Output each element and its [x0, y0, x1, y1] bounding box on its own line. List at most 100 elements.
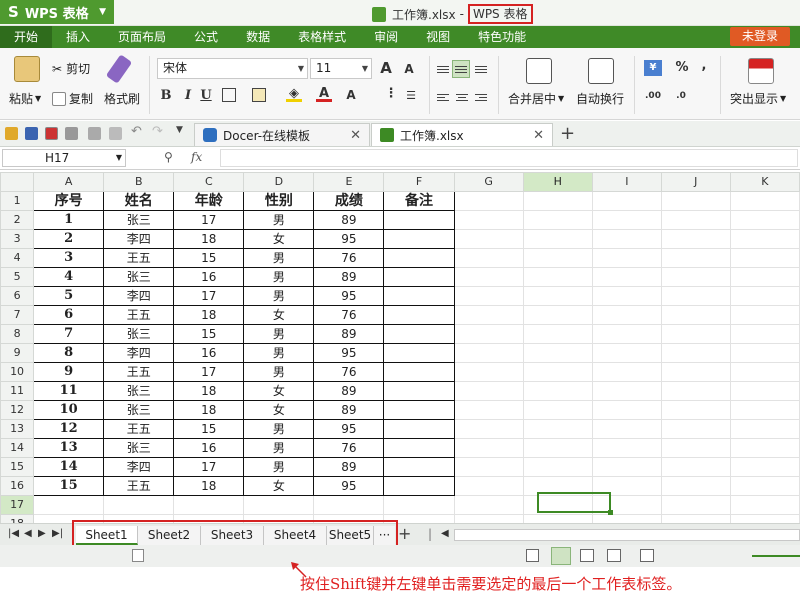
formula-input[interactable] — [220, 149, 798, 167]
header-cell[interactable]: 姓名 — [103, 191, 175, 211]
data-cell[interactable] — [383, 267, 455, 287]
data-cell[interactable]: 16 — [173, 438, 245, 458]
data-cell[interactable]: 李四 — [103, 229, 175, 249]
data-cell[interactable]: 2 — [33, 229, 105, 249]
data-cell[interactable] — [383, 305, 455, 325]
empty-cell[interactable] — [243, 495, 315, 515]
data-cell[interactable] — [383, 400, 455, 420]
data-cell[interactable]: 7 — [33, 324, 105, 344]
data-cell[interactable]: 女 — [243, 229, 315, 249]
paste-icon[interactable] — [14, 56, 40, 82]
tab-review[interactable]: 审阅 — [360, 26, 412, 48]
fullscreen-icon[interactable] — [640, 549, 654, 562]
data-cell[interactable]: 18 — [173, 400, 245, 420]
data-cell[interactable]: 17 — [173, 286, 245, 306]
underline-button[interactable]: U — [198, 88, 214, 104]
currency-icon[interactable]: ¥ — [644, 60, 662, 76]
data-cell[interactable]: 5 — [33, 286, 105, 306]
empty-cell[interactable] — [591, 229, 662, 249]
data-cell[interactable]: 89 — [313, 400, 385, 420]
empty-cell[interactable] — [453, 400, 524, 420]
scroll-left-icon[interactable]: ◀ — [441, 528, 449, 539]
empty-cell[interactable] — [660, 305, 731, 325]
data-cell[interactable]: 12 — [33, 419, 105, 439]
data-cell[interactable]: 18 — [173, 476, 245, 496]
column-header[interactable]: G — [453, 172, 524, 192]
tab-workbook[interactable]: 工作簿.xlsx ✕ — [371, 123, 553, 146]
data-cell[interactable] — [383, 457, 455, 477]
undo-icon[interactable]: ↶ — [131, 124, 144, 139]
data-cell[interactable] — [383, 362, 455, 382]
data-cell[interactable]: 女 — [243, 400, 315, 420]
empty-cell[interactable] — [660, 229, 731, 249]
data-cell[interactable]: 女 — [243, 305, 315, 325]
data-cell[interactable]: 张三 — [103, 324, 175, 344]
data-cell[interactable]: 13 — [33, 438, 105, 458]
data-cell[interactable]: 王五 — [103, 248, 175, 268]
data-cell[interactable] — [383, 381, 455, 401]
row-header[interactable]: 8 — [0, 324, 35, 344]
align-right-icon[interactable] — [472, 88, 490, 106]
chevron-down-icon[interactable]: ▼ — [176, 125, 189, 138]
name-box[interactable]: H17 ▼ — [2, 149, 126, 167]
column-header[interactable]: F — [383, 172, 455, 192]
empty-cell[interactable] — [660, 343, 731, 363]
empty-cell[interactable] — [729, 286, 800, 306]
zoom-search-icon[interactable]: ⚲ — [164, 150, 173, 164]
data-cell[interactable]: 男 — [243, 286, 315, 306]
empty-cell[interactable] — [453, 267, 524, 287]
empty-cell[interactable] — [522, 210, 593, 230]
zoom-slider[interactable] — [752, 555, 800, 557]
empty-cell[interactable] — [591, 514, 662, 523]
empty-cell[interactable] — [591, 419, 662, 439]
data-cell[interactable]: 95 — [313, 476, 385, 496]
row-header[interactable]: 3 — [0, 229, 35, 249]
empty-cell[interactable] — [591, 286, 662, 306]
data-cell[interactable]: 15 — [33, 476, 105, 496]
data-cell[interactable]: 14 — [33, 457, 105, 477]
new-tab-button[interactable]: + — [560, 123, 575, 144]
empty-cell[interactable] — [522, 305, 593, 325]
format-painter-icon[interactable] — [105, 54, 133, 84]
data-cell[interactable]: 6 — [33, 305, 105, 325]
merge-center-button[interactable]: 合并居中 ▼ — [508, 90, 564, 107]
data-cell[interactable]: 张三 — [103, 381, 175, 401]
empty-cell[interactable] — [522, 438, 593, 458]
empty-cell[interactable] — [729, 248, 800, 268]
data-cell[interactable]: 4 — [33, 267, 105, 287]
row-header[interactable]: 10 — [0, 362, 35, 382]
empty-cell[interactable] — [453, 381, 524, 401]
column-header[interactable]: A — [33, 172, 105, 192]
close-icon[interactable]: ✕ — [350, 128, 361, 143]
row-header[interactable]: 4 — [0, 248, 35, 268]
row-header[interactable]: 2 — [0, 210, 35, 230]
data-cell[interactable]: 10 — [33, 400, 105, 420]
column-header[interactable]: D — [243, 172, 315, 192]
tab-home[interactable]: 开始 — [0, 26, 53, 48]
copy-button[interactable]: 复制 — [52, 90, 93, 107]
empty-cell[interactable] — [729, 229, 800, 249]
data-cell[interactable]: 89 — [313, 267, 385, 287]
empty-cell[interactable] — [660, 191, 731, 211]
row-header[interactable]: 18 — [0, 514, 35, 523]
empty-cell[interactable] — [453, 476, 524, 496]
column-header[interactable]: C — [173, 172, 245, 192]
empty-cell[interactable] — [453, 248, 524, 268]
column-header[interactable]: J — [660, 172, 731, 192]
normal-view-icon[interactable] — [551, 547, 571, 565]
font-color-icon[interactable]: A — [316, 86, 332, 102]
empty-cell[interactable] — [453, 286, 524, 306]
empty-cell[interactable] — [522, 324, 593, 344]
column-header[interactable]: K — [729, 172, 800, 192]
data-cell[interactable]: 17 — [173, 362, 245, 382]
data-cell[interactable] — [383, 229, 455, 249]
row-header[interactable]: 11 — [0, 381, 35, 401]
splitter-handle[interactable]: | — [428, 527, 432, 541]
row-header[interactable]: 17 — [0, 495, 35, 515]
empty-cell[interactable] — [729, 210, 800, 230]
empty-cell[interactable] — [660, 210, 731, 230]
empty-cell[interactable] — [729, 362, 800, 382]
empty-cell[interactable] — [591, 267, 662, 287]
save-status-icon[interactable] — [526, 549, 539, 562]
empty-cell[interactable] — [453, 324, 524, 344]
